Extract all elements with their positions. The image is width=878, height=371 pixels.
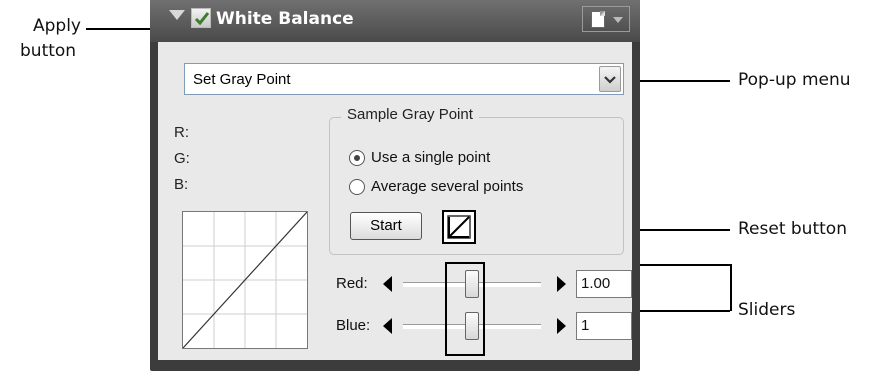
start-button[interactable]: Start [350,212,422,240]
tone-curve-graph [182,211,308,349]
document-icon [591,11,605,28]
reset-curve-icon [447,215,471,239]
sliders-highlight-frame [445,262,485,356]
g-readout: G: [174,150,190,167]
panel-title: White Balance [216,9,354,29]
radio-average-points-label: Average several points [371,178,524,195]
checkmark-icon [194,12,210,26]
sliders-callout-leader-vertical [730,264,732,311]
panel-options-menu-button[interactable] [582,6,630,32]
popup-menu-callout-label: Pop-up menu [738,70,851,90]
curve-grid [182,211,308,349]
sample-gray-point-legend: Sample Gray Point [341,106,479,123]
chevron-down-icon [604,76,616,84]
chevron-down-icon [613,17,623,23]
reset-button[interactable] [442,210,476,244]
red-slider-label: Red: [336,275,368,292]
radio-button[interactable] [349,179,365,195]
collapse-triangle-icon[interactable] [169,10,185,20]
white-balance-panel: White Balance Set Gray Point R: G: B: Sa… [150,0,640,371]
blue-slider-label: Blue: [336,317,371,334]
apply-checkbox[interactable] [191,8,211,28]
b-readout: B: [174,176,189,193]
red-value-input[interactable]: 1.00 [576,270,632,298]
red-decrease-arrow-icon[interactable] [383,276,392,292]
panel-body: Set Gray Point R: G: B: Sample Gray Poin… [158,42,632,360]
red-increase-arrow-icon[interactable] [557,276,566,292]
reset-button-callout-label: Reset button [738,219,847,239]
blue-increase-arrow-icon[interactable] [557,318,566,334]
popup-arrow-button[interactable] [599,66,621,92]
sliders-callout-label: Sliders [738,300,796,320]
radio-button-selected[interactable] [349,150,365,166]
radio-single-point-label: Use a single point [371,149,491,166]
r-readout: R: [174,124,189,141]
blue-value-input[interactable]: 1 [576,312,632,340]
mode-popup-value: Set Gray Point [193,71,291,88]
apply-callout-label-line2: button [20,41,77,61]
blue-decrease-arrow-icon[interactable] [383,318,392,334]
panel-titlebar: White Balance [150,0,640,42]
mode-popup-menu[interactable]: Set Gray Point [184,63,624,95]
apply-callout-label: Apply [33,16,81,36]
